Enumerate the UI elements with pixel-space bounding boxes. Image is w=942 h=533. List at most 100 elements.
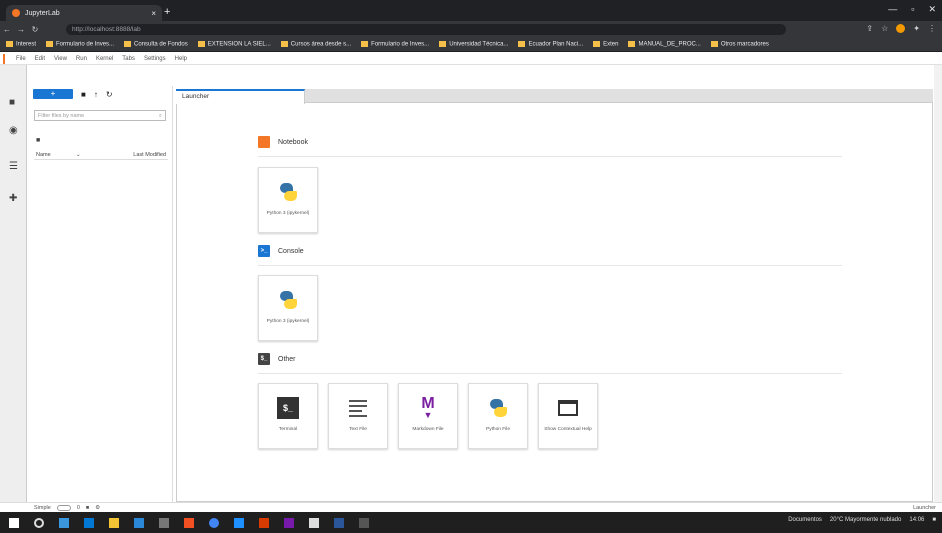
last-modified-column-header[interactable]: Last Modified	[133, 152, 168, 158]
breadcrumb[interactable]: ■	[36, 137, 40, 144]
text-file-icon	[349, 394, 367, 422]
menu-settings[interactable]: Settings	[144, 56, 166, 62]
upload-icon[interactable]: ↑	[94, 90, 98, 99]
bookmark-label: Consulta de Fondos	[134, 41, 188, 48]
bookmark-folder-icon	[710, 40, 718, 47]
launcher-card[interactable]: Text File	[328, 383, 388, 449]
url-input[interactable]: http://localhost:8888/lab	[66, 24, 786, 35]
refresh-icon[interactable]: ↻	[106, 90, 113, 99]
task-view-icon[interactable]	[59, 517, 69, 528]
commands-icon[interactable]: ☰	[9, 161, 18, 172]
bookmark-item[interactable]: Exten	[593, 40, 618, 47]
bookmark-item[interactable]: MANUAL_DE_PROC...	[628, 40, 701, 48]
new-launcher-button[interactable]: +	[33, 89, 73, 99]
bookmark-item[interactable]: Consulta de Fondos	[124, 40, 188, 48]
start-icon[interactable]	[9, 517, 19, 528]
launcher-card-label: Markdown File	[412, 427, 444, 432]
onenote-icon[interactable]	[284, 517, 294, 528]
launcher-card[interactable]: Python File	[468, 383, 528, 449]
right-sidebar	[934, 65, 942, 510]
minimize-icon[interactable]: —	[888, 4, 897, 15]
bookmark-folder-icon	[593, 40, 601, 47]
python-icon	[487, 394, 509, 422]
edge-icon[interactable]	[234, 517, 244, 528]
reload-icon[interactable]: ↻	[28, 25, 42, 34]
section-divider	[258, 373, 842, 374]
extensions-icon[interactable]: ✚	[9, 193, 17, 204]
file-list-header: Name ⌄ Last Modified	[34, 150, 168, 160]
mail-icon[interactable]	[84, 517, 94, 528]
notifications-icon[interactable]: ■	[932, 517, 936, 523]
simple-mode-toggle[interactable]	[56, 504, 71, 511]
bookmark-item[interactable]: Universidad Técnica...	[439, 40, 508, 47]
maximize-icon[interactable]: ▫	[911, 4, 914, 15]
folder-icon[interactable]: ■	[9, 97, 15, 108]
bookmark-folder-icon	[628, 40, 636, 47]
bookmark-item[interactable]: EXTENSION LA SIEL...	[197, 40, 271, 47]
browser-tab[interactable]: JupyterLab ×	[6, 5, 162, 21]
word-icon[interactable]	[334, 517, 344, 528]
chrome-icon[interactable]	[209, 517, 219, 528]
star-icon[interactable]: ☆	[881, 24, 888, 33]
forward-icon[interactable]: →	[14, 25, 28, 34]
app-icon[interactable]	[159, 517, 169, 528]
python-icon	[277, 178, 299, 206]
sort-icon[interactable]: ⌄	[76, 152, 112, 158]
terminal-taskbar-icon[interactable]	[359, 517, 369, 528]
launcher-card[interactable]: Show Contextual Help	[538, 383, 598, 449]
name-column-header[interactable]: Name	[34, 152, 76, 158]
menu-icon[interactable]: ⋮	[928, 24, 936, 33]
clock[interactable]: 14:06	[909, 517, 924, 523]
search-icon[interactable]	[34, 517, 44, 528]
share-icon[interactable]: ⇪	[866, 24, 873, 33]
menu-run[interactable]: Run	[76, 56, 87, 62]
bookmarks-bar: Interest Formulario de Inves... Consulta d…	[0, 37, 942, 52]
app-icon-2[interactable]	[309, 517, 319, 528]
tab-launcher[interactable]: Launcher	[176, 89, 305, 104]
bookmark-item[interactable]: Ecuador Plan Naci...	[518, 40, 583, 47]
bookmark-item[interactable]: Interest	[6, 40, 36, 47]
documents-label[interactable]: Documentos	[788, 517, 822, 523]
bookmark-folder-icon	[46, 40, 54, 47]
bookmark-item[interactable]: Otros marcadores	[710, 40, 769, 48]
tab-launcher-label: Launcher	[182, 93, 210, 100]
weather-label[interactable]: 20°C Mayormente nublado	[830, 517, 901, 523]
menu-tabs[interactable]: Tabs	[122, 56, 135, 62]
back-icon[interactable]: ←	[0, 25, 14, 34]
bookmark-item[interactable]: Cursos área desde s...	[280, 40, 351, 47]
filter-files-input[interactable]: Filter files by name ⌕	[34, 110, 166, 121]
launcher-card[interactable]: Python 3 (ipykernel)	[258, 275, 318, 341]
file-explorer-icon[interactable]	[109, 517, 119, 528]
new-folder-icon[interactable]: ■	[81, 90, 86, 99]
launcher-card[interactable]: $_ Terminal	[258, 383, 318, 449]
close-window-icon[interactable]: ✕	[928, 4, 936, 15]
window-controls: — ▫ ✕	[888, 4, 936, 15]
bookmark-folder-icon	[197, 40, 205, 47]
menu-edit[interactable]: Edit	[35, 56, 45, 62]
office-icon[interactable]	[184, 517, 194, 528]
running-icon[interactable]: ◉	[9, 125, 18, 136]
menu-help[interactable]: Help	[175, 56, 187, 62]
bookmark-item[interactable]: Formulario de Inves...	[46, 40, 114, 47]
markdown-icon: M ▼	[421, 395, 435, 420]
menu-kernel[interactable]: Kernel	[96, 56, 113, 62]
store-icon[interactable]	[134, 517, 144, 528]
bookmark-label: Formulario de Inves...	[371, 41, 430, 48]
menu-view[interactable]: View	[54, 56, 67, 62]
launcher-card[interactable]: M ▼ Markdown File	[398, 383, 458, 449]
bookmark-folder-icon	[6, 40, 13, 47]
launcher-card-label: Show Contextual Help	[544, 427, 592, 432]
new-tab-button[interactable]: +	[164, 6, 170, 18]
extensions-icon[interactable]: ✦	[913, 24, 920, 33]
menu-file[interactable]: File	[16, 56, 26, 62]
launcher-card[interactable]: Python 3 (ipykernel)	[258, 167, 318, 233]
bookmark-label: Otros marcadores	[720, 41, 769, 48]
bookmark-label: MANUAL_DE_PROC...	[638, 41, 701, 48]
section-notebook-title: Notebook	[278, 138, 308, 146]
avatar[interactable]	[896, 24, 906, 33]
launcher-card-label: Text File	[349, 427, 367, 432]
powerpoint-icon[interactable]	[259, 517, 269, 528]
tab-close-icon[interactable]: ×	[151, 9, 156, 18]
section-divider	[258, 156, 842, 157]
bookmark-item[interactable]: Formulario de Inves...	[361, 40, 430, 48]
